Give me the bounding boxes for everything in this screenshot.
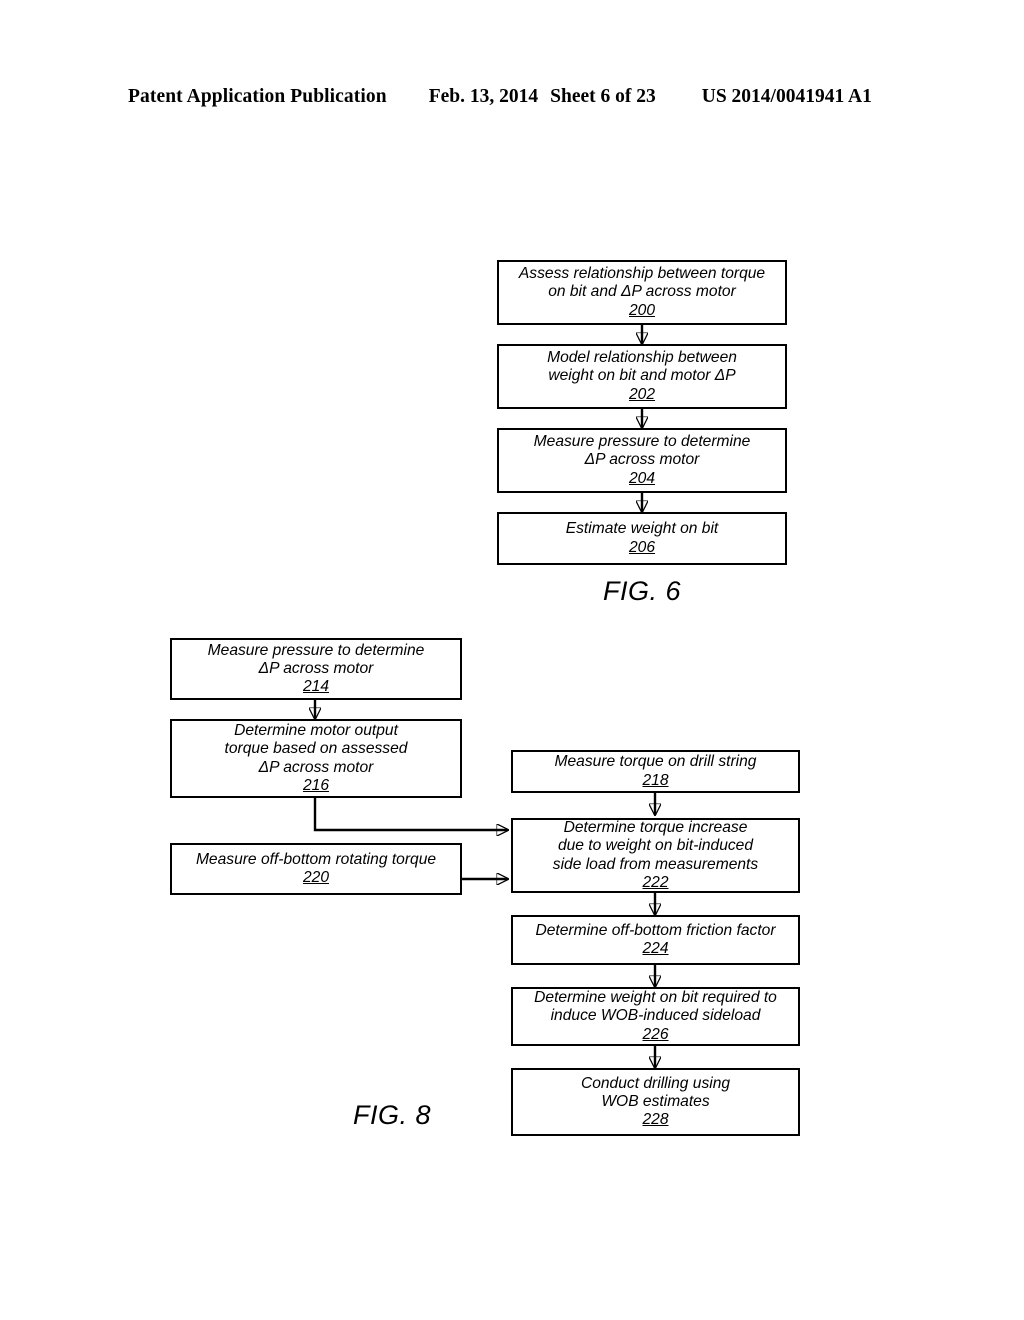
flow-box-206: Estimate weight on bit 206 <box>497 512 787 565</box>
flow-box-204: Measure pressure to determine ΔP across … <box>497 428 787 493</box>
flow-box-228-ref: 228 <box>642 1111 669 1129</box>
publication-header: Patent Application Publication Feb. 13, … <box>128 86 888 114</box>
figure-caption-8: FIG. 8 <box>353 1100 432 1130</box>
flow-box-224-ref: 224 <box>642 940 669 957</box>
flow-box-218: Measure torque on drill string 218 <box>511 750 800 793</box>
flow-box-226: Determine weight on bit required to indu… <box>511 987 800 1046</box>
flow-box-226-text: Determine weight on bit required to indu… <box>534 989 777 1025</box>
flow-box-200-text: Assess relationship between torque on bi… <box>518 265 766 301</box>
flow-box-228-text: Conduct drilling using WOB estimates <box>580 1074 731 1110</box>
flow-box-204-text: Measure pressure to determine ΔP across … <box>533 433 751 469</box>
flow-box-224-text: Determine off-bottom friction factor <box>535 921 776 939</box>
flow-box-200-ref: 200 <box>628 301 656 319</box>
flow-box-214: Measure pressure to determine ΔP across … <box>170 638 462 700</box>
flow-box-222: Determine torque increase due to weight … <box>511 818 800 893</box>
flow-box-222-ref: 222 <box>642 873 669 891</box>
flow-box-218-ref: 218 <box>642 771 669 789</box>
flow-box-220-text: Measure off-bottom rotating torque <box>195 850 437 868</box>
flow-box-222-text: Determine torque increase due to weight … <box>552 819 759 873</box>
flow-box-214-text: Measure pressure to determine ΔP across … <box>207 641 425 677</box>
flow-box-216: Determine motor output torque based on a… <box>170 719 462 798</box>
header-publication-date: Feb. 13, 2014 <box>428 86 539 107</box>
connector-216-to-222 <box>313 798 508 830</box>
flow-box-206-text: Estimate weight on bit <box>565 520 719 538</box>
flow-box-216-ref: 216 <box>302 776 330 794</box>
figure-caption-6: FIG. 6 <box>603 576 682 606</box>
patent-drawing-page: Patent Application Publication Feb. 13, … <box>0 0 1024 1320</box>
flow-box-228: Conduct drilling using WOB estimates 228 <box>511 1068 800 1136</box>
flow-box-202-ref: 202 <box>628 385 656 403</box>
flow-box-206-ref: 206 <box>628 538 656 556</box>
header-publication-title: Patent Application Publication <box>128 86 387 107</box>
flow-box-220: Measure off-bottom rotating torque 220 <box>170 843 462 895</box>
flow-box-226-ref: 226 <box>642 1025 669 1043</box>
flow-box-204-ref: 204 <box>628 469 656 487</box>
flow-box-218-text: Measure torque on drill string <box>554 753 757 771</box>
flow-box-224: Determine off-bottom friction factor 224 <box>511 915 800 965</box>
flow-box-216-text: Determine motor output torque based on a… <box>224 722 408 776</box>
flow-box-202: Model relationship between weight on bit… <box>497 344 787 409</box>
flow-box-202-text: Model relationship between weight on bit… <box>547 349 737 385</box>
header-publication-number: US 2014/0041941 A1 <box>701 86 872 107</box>
header-sheet-number: Sheet 6 of 23 <box>550 86 656 107</box>
flow-box-200: Assess relationship between torque on bi… <box>497 260 787 325</box>
flow-box-220-ref: 220 <box>302 869 330 886</box>
flow-box-214-ref: 214 <box>302 678 330 696</box>
